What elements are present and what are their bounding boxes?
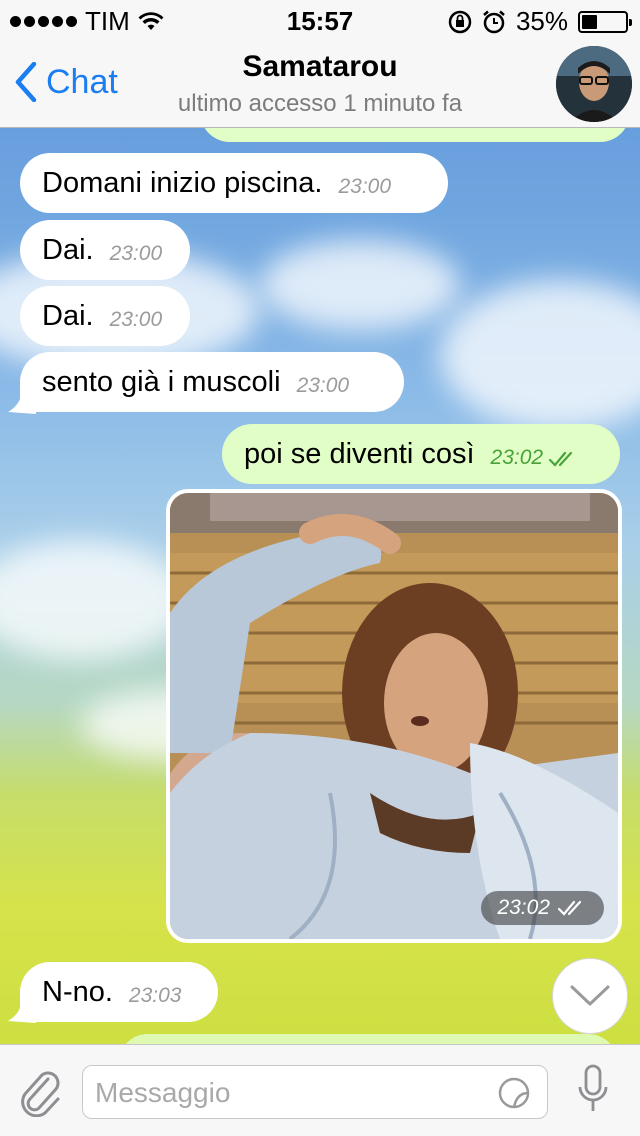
photo-thumbnail[interactable]: 23:02	[170, 493, 618, 939]
incoming-message[interactable]: Dai. 23:00	[20, 286, 190, 346]
photo-timestamp: 23:02	[481, 891, 604, 925]
message-time: 23:02	[490, 446, 544, 469]
status-bar: TIM 15:57 35%	[0, 0, 640, 40]
outgoing-photo-message[interactable]: 23:02	[166, 489, 622, 943]
chat-header: Chat Samatarou ultimo accesso 1 minuto f…	[0, 40, 640, 128]
message-input-bar: Messaggio	[0, 1044, 640, 1136]
incoming-message[interactable]: Dai. 23:00	[20, 220, 190, 280]
message-time: 23:03	[128, 984, 182, 1007]
message-time: 23:00	[109, 242, 163, 265]
incoming-message[interactable]: sento già i muscoli 23:00	[20, 352, 404, 412]
message-text: poi se diventi così	[244, 437, 475, 470]
read-receipt-icon	[558, 900, 582, 916]
battery-percent: 35%	[515, 6, 568, 36]
chevron-down-icon	[570, 985, 610, 1006]
message-text: Dai.	[42, 233, 94, 266]
message-input-placeholder: Messaggio	[95, 1077, 231, 1108]
outgoing-message[interactable]: poi se diventi così 23:02	[222, 424, 620, 484]
message-time: 23:00	[338, 175, 392, 198]
message-text: Domani inizio piscina.	[42, 166, 323, 199]
message-time: 23:00	[296, 374, 350, 397]
message-text: Dai.	[42, 299, 94, 332]
read-receipt-icon	[549, 451, 573, 467]
attach-icon[interactable]	[18, 1067, 62, 1117]
last-seen-status: ultimo accesso 1 minuto fa	[177, 90, 463, 117]
microphone-icon[interactable]	[576, 1063, 610, 1119]
scroll-to-bottom-button[interactable]	[552, 958, 628, 1034]
incoming-message[interactable]: N-no. 23:03	[20, 962, 218, 1022]
rotation-lock-icon	[448, 10, 472, 33]
message-input[interactable]: Messaggio	[82, 1065, 548, 1119]
message-text: sento già i muscoli	[42, 365, 281, 398]
sticker-icon[interactable]	[497, 1076, 531, 1110]
message-time: 23:02	[497, 896, 550, 919]
message-time: 23:00	[109, 308, 163, 331]
battery-icon	[578, 10, 632, 33]
contact-name[interactable]: Samatarou	[0, 50, 640, 84]
message-text: N-no.	[42, 975, 113, 1008]
incoming-message[interactable]: Domani inizio piscina. 23:00	[20, 153, 448, 213]
alarm-icon	[483, 10, 505, 33]
contact-avatar[interactable]	[556, 46, 632, 122]
